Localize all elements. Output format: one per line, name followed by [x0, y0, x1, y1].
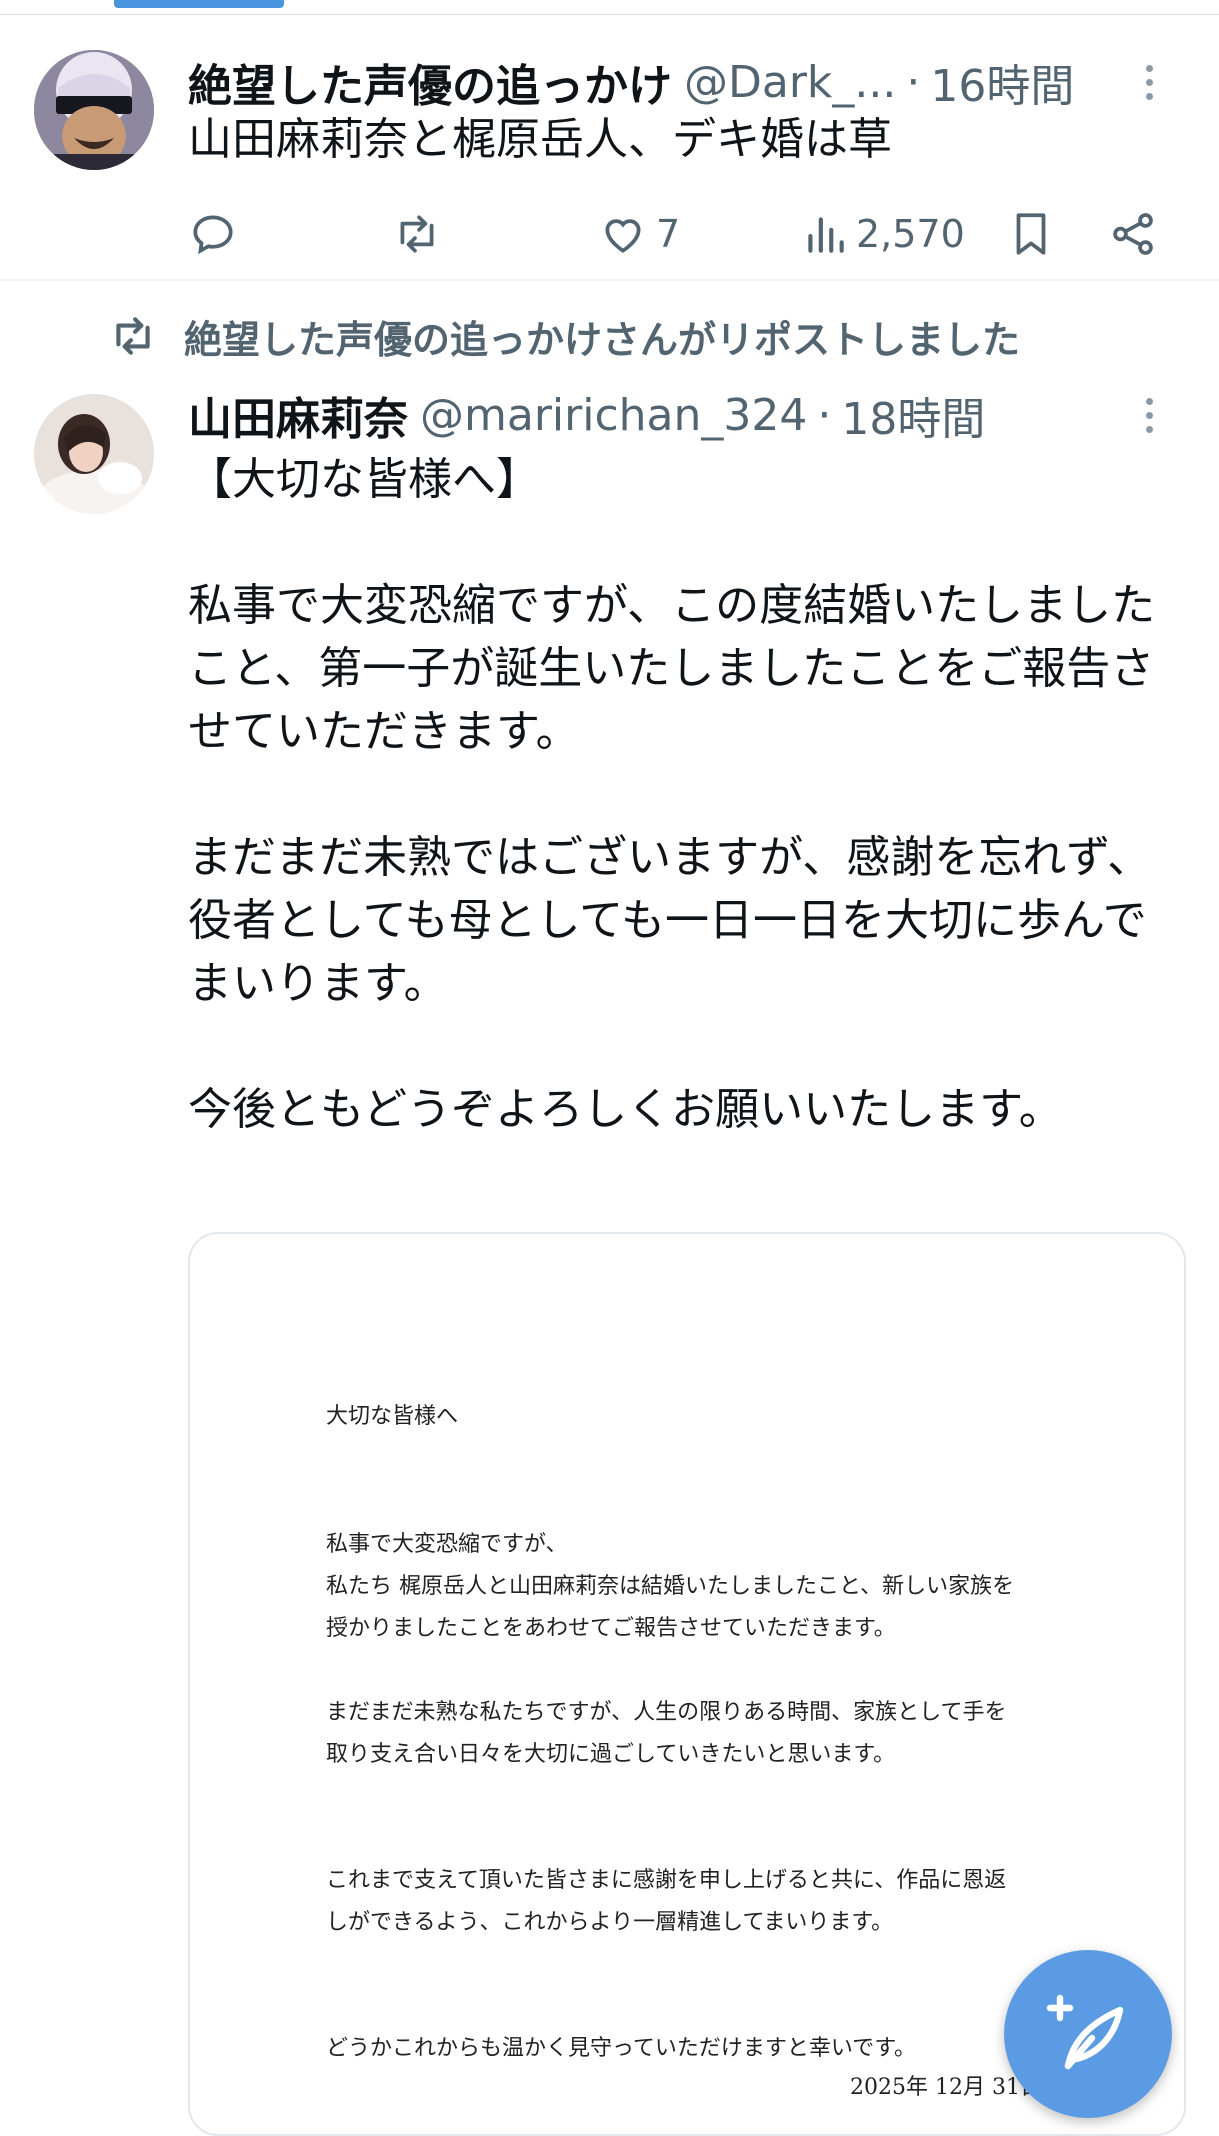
more-icon[interactable] — [1129, 385, 1169, 445]
compose-icon — [1046, 1994, 1124, 2070]
post-header: 山田麻莉奈 @maririchan_324 · 18時間 — [188, 383, 985, 447]
timestamp[interactable]: 18時間 — [841, 383, 985, 447]
avatar[interactable] — [34, 394, 154, 514]
display-name[interactable]: 山田麻莉奈 — [188, 383, 408, 447]
post-text: 【大切な皆様へ】 私事で大変恐縮ですが、この度結婚いたしましたこと、第一子が誕生… — [188, 454, 1156, 1135]
dot-separator: · — [817, 389, 832, 441]
post-2[interactable]: 山田麻莉奈 @maririchan_324 · 18時間 【大切な皆様へ】 私事… — [0, 0, 1219, 2136]
image-body-text: 私事で大変恐縮ですが、 私たち 梶原岳人と山田麻莉奈は結婚いたしましたこと、新し… — [326, 1532, 1015, 2061]
image-heading: 大切な皆様へ — [326, 1404, 459, 1429]
compose-button[interactable] — [1004, 1950, 1172, 2118]
handle[interactable]: @maririchan_324 — [420, 390, 807, 441]
